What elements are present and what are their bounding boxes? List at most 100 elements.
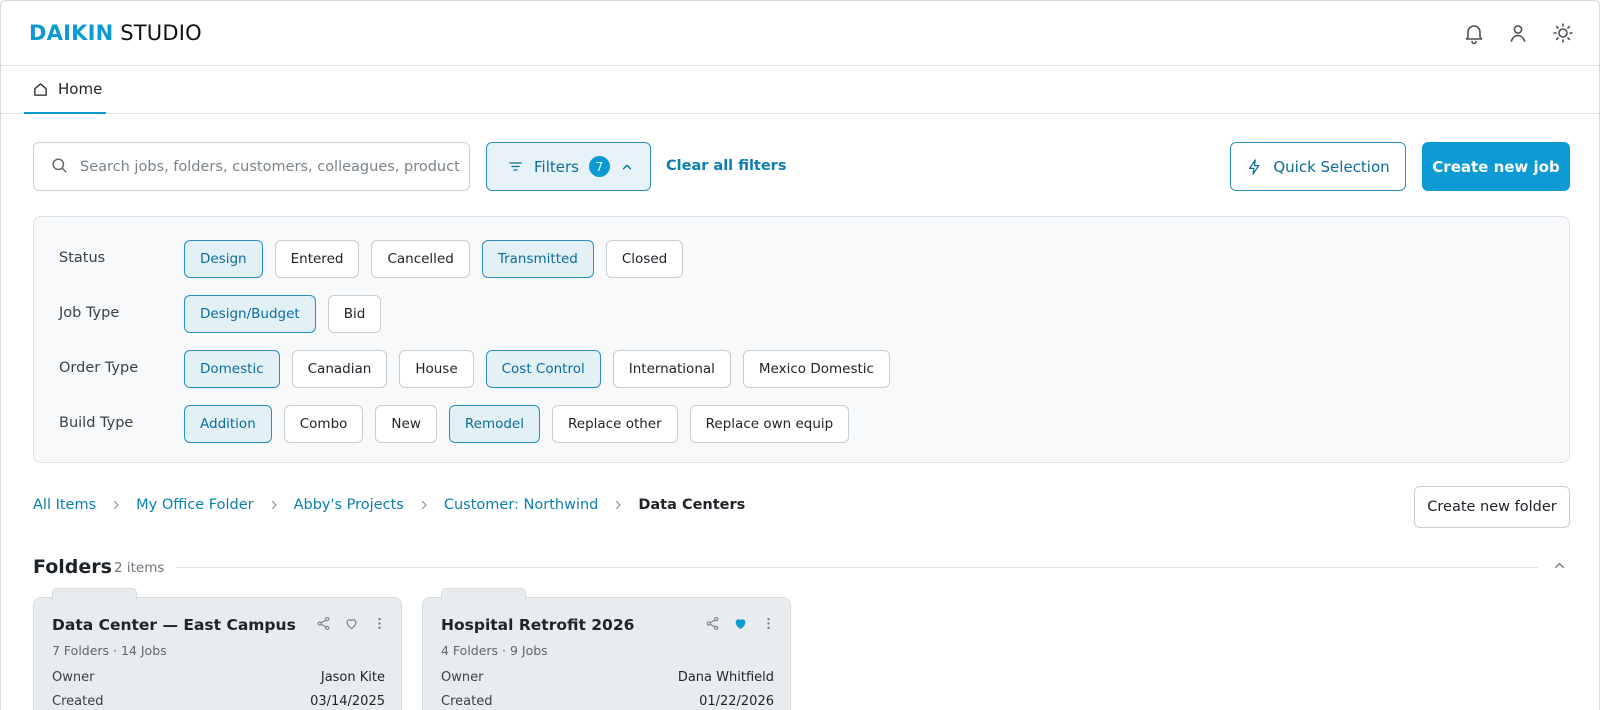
folder-tab xyxy=(441,588,526,600)
folder-title: Data Center — East Campus xyxy=(52,616,296,634)
folder-card[interactable]: Data Center — East Campus 7 Folders · 14… xyxy=(33,588,402,710)
folder-tab xyxy=(52,588,137,600)
folder-summary: 7 Folders · 14 Jobs xyxy=(52,643,167,658)
chip-cancelled[interactable]: Cancelled xyxy=(371,240,470,278)
share-icon[interactable] xyxy=(316,616,331,631)
breadcrumb: All Items My Office Folder Abby's Projec… xyxy=(33,497,745,513)
section-divider xyxy=(176,567,1538,568)
more-vertical-icon[interactable] xyxy=(761,616,776,631)
logo-product: STUDIO xyxy=(120,21,202,45)
chip-entered[interactable]: Entered xyxy=(274,240,360,278)
section-title: Folders xyxy=(33,556,112,578)
owner-label: Owner xyxy=(441,670,484,685)
chevron-right-icon xyxy=(114,500,119,510)
created-label: Created xyxy=(52,694,104,709)
filter-label: Order Type xyxy=(59,360,139,376)
app-logo[interactable]: DAIKIN STUDIO xyxy=(29,21,202,45)
owner-value: Jason Kite xyxy=(320,670,385,685)
owner-row: Owner Dana Whitfield xyxy=(441,670,774,685)
logo-brand: DAIKIN xyxy=(29,21,114,45)
chip-combo[interactable]: Combo xyxy=(283,405,364,443)
filter-row-status: Status Design Entered Cancelled Transmit… xyxy=(34,240,1569,278)
breadcrumb-all-items[interactable]: All Items xyxy=(33,497,96,513)
search-input[interactable] xyxy=(80,151,460,183)
chip-canadian[interactable]: Canadian xyxy=(291,350,388,388)
heart-filled-icon[interactable] xyxy=(733,616,748,631)
chip-closed[interactable]: Closed xyxy=(605,240,684,278)
chip-international[interactable]: International xyxy=(612,350,731,388)
create-new-job-button[interactable]: Create new job xyxy=(1422,142,1570,191)
chip-domestic[interactable]: Domestic xyxy=(184,350,280,388)
chip-transmitted[interactable]: Transmitted xyxy=(481,240,594,278)
breadcrumb-my-office-folder[interactable]: My Office Folder xyxy=(136,497,253,513)
quick-selection-button[interactable]: Quick Selection xyxy=(1230,142,1406,191)
owner-row: Owner Jason Kite xyxy=(52,670,385,685)
lightning-icon xyxy=(1249,158,1260,175)
filter-chips: Domestic Canadian House Cost Control Int… xyxy=(184,350,890,388)
chip-cost-control[interactable]: Cost Control xyxy=(485,350,601,388)
filter-label: Job Type xyxy=(59,305,120,321)
chip-remodel[interactable]: Remodel xyxy=(448,405,540,443)
filter-chips: Design/Budget Bid xyxy=(184,295,382,333)
filter-row-job-type: Job Type Design/Budget Bid xyxy=(34,295,1569,333)
folder-actions xyxy=(705,616,776,631)
filter-chips: Addition Combo New Remodel Replace other… xyxy=(184,405,850,443)
chip-house[interactable]: House xyxy=(399,350,474,388)
created-label: Created xyxy=(441,694,493,709)
clear-all-filters-link[interactable]: Clear all filters xyxy=(666,158,786,174)
share-icon[interactable] xyxy=(705,616,720,631)
chip-replace-own-equip[interactable]: Replace own equip xyxy=(689,405,850,443)
search-box[interactable] xyxy=(33,142,470,191)
chip-mexico-domestic[interactable]: Mexico Domestic xyxy=(742,350,890,388)
bell-icon[interactable] xyxy=(1462,21,1486,45)
owner-value: Dana Whitfield xyxy=(677,670,774,685)
chevron-right-icon xyxy=(271,500,277,510)
section-count: 2 items xyxy=(114,560,165,576)
home-icon xyxy=(34,82,47,96)
chip-new[interactable]: New xyxy=(375,405,437,443)
chip-design[interactable]: Design xyxy=(184,240,263,278)
filter-chips: Design Entered Cancelled Transmitted Clo… xyxy=(184,240,684,278)
top-bar: DAIKIN STUDIO xyxy=(1,1,1599,66)
folder-title: Hospital Retrofit 2026 xyxy=(441,616,635,634)
filters-button[interactable]: Filters 7 xyxy=(486,142,651,191)
filter-label: Status xyxy=(59,250,106,266)
settings-sun-icon[interactable] xyxy=(1551,21,1575,45)
user-icon[interactable] xyxy=(1506,21,1530,45)
filter-icon xyxy=(509,162,522,171)
filter-panel: Status Design Entered Cancelled Transmit… xyxy=(33,216,1570,463)
filters-count-badge: 7 xyxy=(588,156,610,177)
folder-summary: 4 Folders · 9 Jobs xyxy=(441,643,548,658)
chip-addition[interactable]: Addition xyxy=(184,405,272,443)
app-window: DAIKIN STUDIO Home Search jobs, folders,… xyxy=(0,0,1600,710)
filters-label: Filters xyxy=(534,157,579,176)
quick-selection-label: Quick Selection xyxy=(1273,157,1390,176)
chip-replace-other[interactable]: Replace other xyxy=(552,405,678,443)
tab-home[interactable]: Home xyxy=(24,66,106,114)
collapse-chevron-icon[interactable] xyxy=(1552,558,1567,573)
chevron-right-icon xyxy=(421,500,427,510)
chip-bid[interactable]: Bid xyxy=(327,295,382,333)
created-value: 03/14/2025 xyxy=(310,694,385,709)
breadcrumb-current: Data Centers xyxy=(638,497,746,513)
created-value: 01/22/2026 xyxy=(699,694,774,709)
chevron-up-icon xyxy=(622,164,632,169)
folder-card[interactable]: Hospital Retrofit 2026 4 Folders · 9 Job… xyxy=(422,588,791,710)
folder-actions xyxy=(316,616,387,631)
create-new-folder-button[interactable]: Create new folder xyxy=(1414,486,1570,528)
more-vertical-icon[interactable] xyxy=(372,616,387,631)
filter-row-build-type: Build Type Addition Combo New Remodel Re… xyxy=(34,405,1569,443)
chevron-right-icon xyxy=(616,500,621,510)
chip-design-budget[interactable]: Design/Budget xyxy=(184,295,316,333)
filter-row-order-type: Order Type Domestic Canadian House Cost … xyxy=(34,350,1569,388)
breadcrumb-customer-northwind[interactable]: Customer: Northwind xyxy=(444,497,599,513)
search-icon xyxy=(52,158,67,173)
created-row: Created 03/14/2025 xyxy=(52,694,385,709)
tab-bar: Home xyxy=(1,66,1599,114)
filter-label: Build Type xyxy=(59,415,134,431)
created-row: Created 01/22/2026 xyxy=(441,694,774,709)
owner-label: Owner xyxy=(52,670,95,685)
breadcrumb-abbys-projects[interactable]: Abby's Projects xyxy=(294,497,404,513)
tab-home-label: Home xyxy=(58,80,103,98)
heart-outline-icon[interactable] xyxy=(344,616,359,631)
